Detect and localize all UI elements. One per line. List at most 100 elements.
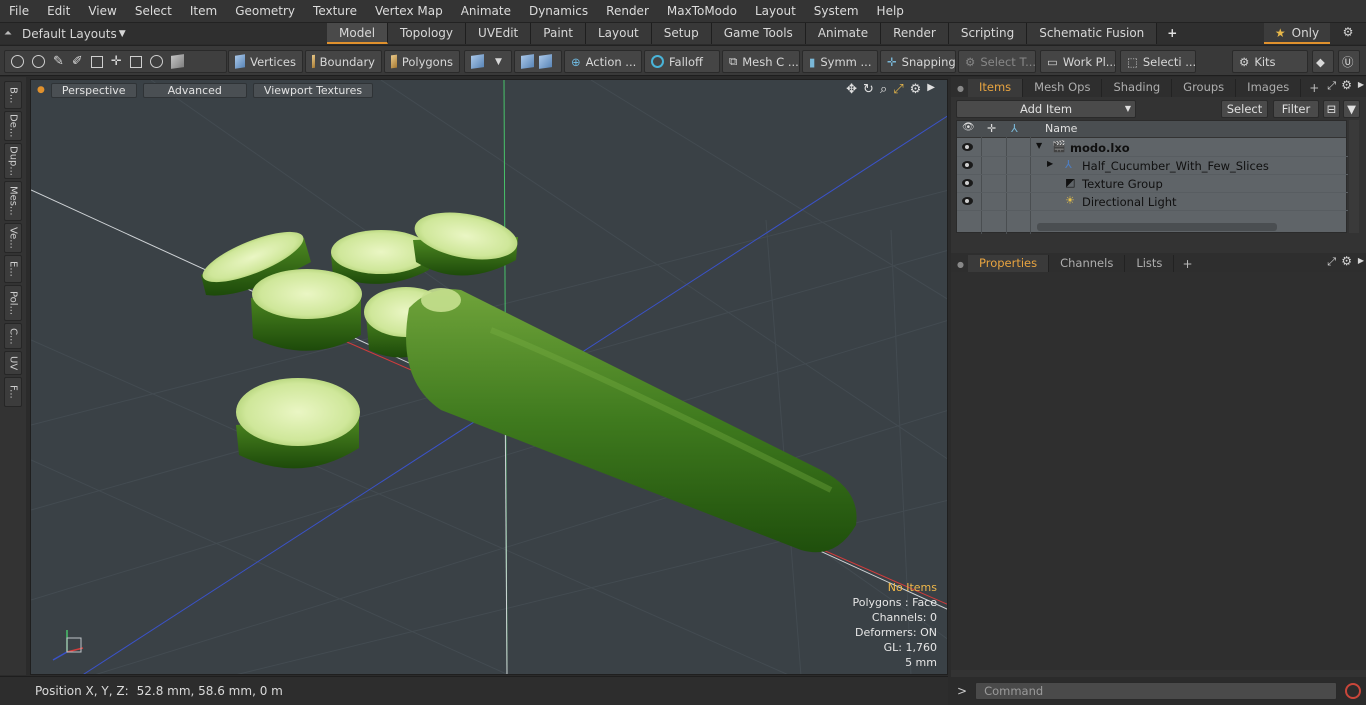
rotate-icon[interactable]: ↻	[863, 82, 874, 97]
tree-horizontal-scrollbar[interactable]	[1037, 223, 1277, 231]
menu-file[interactable]: File	[0, 0, 38, 22]
select-through-button[interactable]: ⚙ Select T...	[958, 50, 1036, 73]
tab-channels[interactable]: Channels	[1049, 255, 1126, 273]
snapping-button[interactable]: ✛ Snapping	[880, 50, 956, 73]
tab-layout[interactable]: Layout	[585, 23, 652, 44]
menu-vertex-map[interactable]: Vertex Map	[366, 0, 452, 22]
add-tab-button[interactable]: +	[1157, 23, 1187, 44]
menu-view[interactable]: View	[79, 0, 125, 22]
menu-dynamics[interactable]: Dynamics	[520, 0, 597, 22]
tree-vertical-scrollbar[interactable]	[1349, 120, 1359, 233]
add-panel-tab-button[interactable]: +	[1301, 80, 1327, 97]
panel-gear-icon[interactable]: ⚙	[1341, 78, 1352, 92]
layout-selector[interactable]: ⏶ Default Layouts ▼	[4, 23, 126, 44]
tab-schematic-fusion[interactable]: Schematic Fusion	[1027, 23, 1158, 44]
symmetry-button[interactable]: ▮ Symm ...	[802, 50, 878, 73]
expand-icon[interactable]: ⤢	[1327, 255, 1336, 269]
center-icon[interactable]: ✛	[111, 54, 122, 69]
maximize-icon[interactable]: ⤢	[893, 82, 903, 97]
expand-icon[interactable]: ⤢	[1327, 79, 1336, 93]
left-tab-polygon[interactable]: Pol...	[4, 285, 22, 321]
left-tab-fusion[interactable]: F...	[4, 377, 22, 407]
tab-mesh-ops[interactable]: Mesh Ops	[1023, 79, 1103, 97]
snap-box-icon[interactable]	[129, 55, 142, 68]
sphere-icon[interactable]	[11, 55, 24, 68]
menu-geometry[interactable]: Geometry	[226, 0, 304, 22]
radial-icon[interactable]	[149, 55, 163, 68]
viewport-menu-arrow-icon[interactable]: ▶	[927, 82, 935, 97]
tab-setup[interactable]: Setup	[651, 23, 712, 44]
vertices-button[interactable]: Vertices	[228, 50, 303, 73]
action-center-icons[interactable]	[514, 50, 562, 73]
work-plane-button[interactable]: ▭ Work Pl...	[1040, 50, 1116, 73]
left-tab-deform[interactable]: De...	[4, 111, 22, 141]
menu-texture[interactable]: Texture	[304, 0, 366, 22]
shading-mode-button[interactable]: Advanced	[142, 82, 247, 98]
funnel-icon[interactable]: ▼	[1343, 100, 1360, 118]
tab-shading[interactable]: Shading	[1102, 79, 1173, 97]
only-toggle[interactable]: ★ Only	[1264, 23, 1330, 44]
view-mode-button[interactable]: Perspective	[50, 82, 137, 98]
add-item-button[interactable]: Add Item ▼	[956, 100, 1136, 118]
mesh-constraint-button[interactable]: ⧉ Mesh C ...	[722, 50, 800, 73]
panel-menu-icon[interactable]: ▶	[1358, 80, 1364, 89]
collapse-triangle-icon[interactable]: ▼	[1036, 141, 1042, 150]
tab-properties[interactable]: Properties	[967, 255, 1050, 273]
brush-icon[interactable]: ✐	[72, 54, 83, 69]
visibility-eye-icon[interactable]	[962, 179, 973, 187]
tab-game-tools[interactable]: Game Tools	[711, 23, 806, 44]
menu-help[interactable]: Help	[868, 0, 913, 22]
tab-groups[interactable]: Groups	[1172, 79, 1237, 97]
panel-gear-icon[interactable]: ⚙	[1341, 254, 1352, 268]
left-tab-mesh-edit[interactable]: Mes...	[4, 181, 22, 221]
falloff-button[interactable]: Falloff	[644, 50, 720, 73]
left-tab-basic[interactable]: B...	[4, 81, 22, 109]
menu-select[interactable]: Select	[126, 0, 181, 22]
polygons-button[interactable]: Polygons	[384, 50, 460, 73]
selection-sets-button[interactable]: ⬚ Selecti ...	[1120, 50, 1196, 73]
tree-row-mesh[interactable]: ▶ ⅄ Half_Cucumber_With_Few_Slices	[957, 157, 1348, 175]
3d-viewport[interactable]: ● Perspective Advanced Viewport Textures…	[30, 79, 948, 675]
menu-maxtomodo[interactable]: MaxToModo	[658, 0, 746, 22]
left-tab-uv[interactable]: UV	[4, 351, 22, 375]
command-input[interactable]: Command	[975, 682, 1338, 700]
menu-edit[interactable]: Edit	[38, 0, 79, 22]
tab-model[interactable]: Model	[327, 23, 389, 44]
tab-lists[interactable]: Lists	[1125, 255, 1175, 273]
viewport-gear-icon[interactable]: ⚙	[910, 82, 922, 97]
expand-triangle-icon[interactable]: ▶	[1047, 159, 1053, 168]
zoom-icon[interactable]: ⌕	[880, 82, 887, 97]
tab-scripting[interactable]: Scripting	[948, 23, 1028, 44]
left-tab-edge[interactable]: E...	[4, 255, 22, 283]
menu-layout[interactable]: Layout	[746, 0, 805, 22]
left-tab-duplicate[interactable]: Dup...	[4, 143, 22, 179]
kits-button[interactable]: ⚙ Kits	[1232, 50, 1308, 73]
boundary-button[interactable]: Boundary	[305, 50, 382, 73]
left-tab-curve[interactable]: C...	[4, 323, 22, 349]
unreal-button[interactable]: Ⓤ	[1338, 50, 1360, 73]
pen-icon[interactable]: ✎	[53, 54, 64, 69]
tab-render[interactable]: Render	[881, 23, 949, 44]
tab-items[interactable]: Items	[967, 79, 1024, 97]
visibility-eye-icon[interactable]	[962, 197, 973, 205]
pan-icon[interactable]: ✥	[846, 82, 857, 97]
name-column-header[interactable]: Name	[1045, 122, 1077, 135]
collapse-icon[interactable]: ⊟	[1323, 100, 1340, 118]
viewport-textures-button[interactable]: Viewport Textures	[252, 82, 374, 98]
visibility-eye-icon[interactable]	[962, 143, 973, 151]
visibility-eye-icon[interactable]	[962, 161, 973, 169]
globe-icon[interactable]	[32, 55, 45, 68]
item-mode-dropdown[interactable]: ▼	[464, 50, 512, 73]
gear-icon[interactable]: ⚙	[1338, 25, 1358, 43]
record-macro-icon[interactable]	[1345, 683, 1362, 699]
tab-paint[interactable]: Paint	[531, 23, 586, 44]
menu-animate[interactable]: Animate	[452, 0, 520, 22]
tree-row-texture-group[interactable]: ◩ Texture Group	[957, 175, 1348, 193]
filter-button[interactable]: Filter	[1273, 100, 1319, 118]
menu-item[interactable]: Item	[181, 0, 226, 22]
action-button[interactable]: ⊕ Action ...	[564, 50, 642, 73]
unity-button[interactable]: ◆	[1312, 50, 1334, 73]
align-icon[interactable]	[90, 55, 103, 68]
tab-uvedit[interactable]: UVEdit	[466, 23, 532, 44]
menu-system[interactable]: System	[805, 0, 868, 22]
